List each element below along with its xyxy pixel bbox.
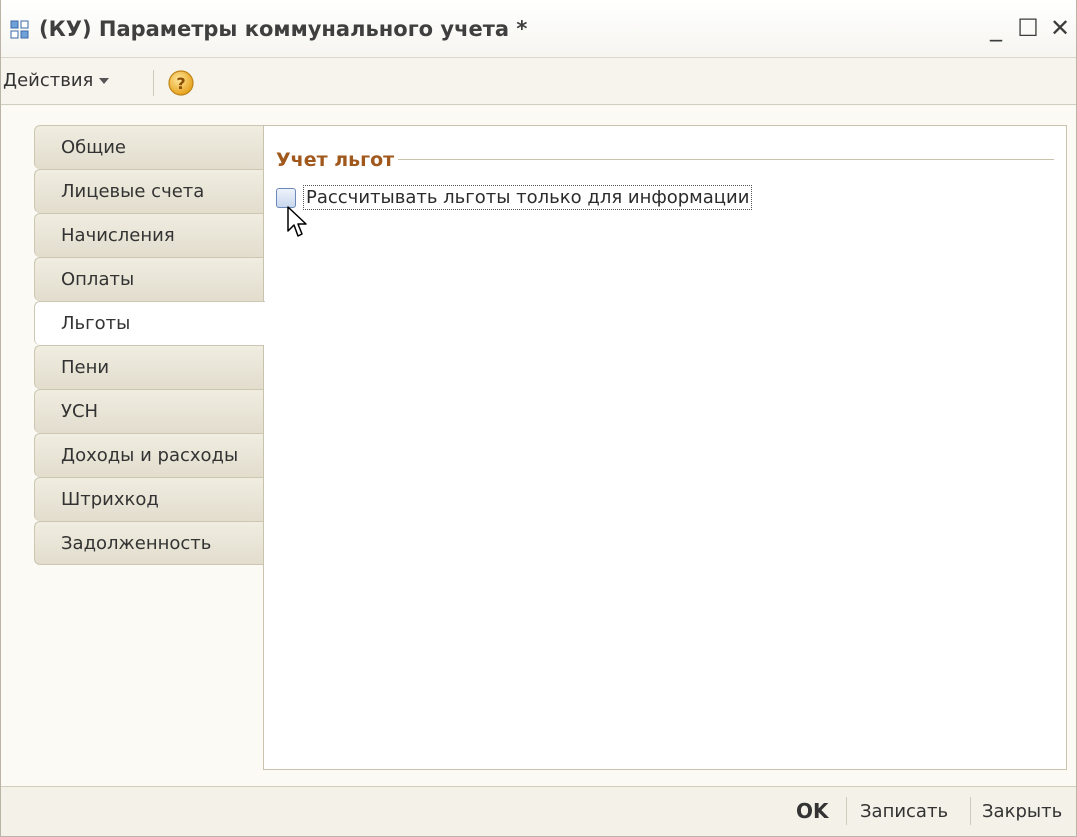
chevron-down-icon: [99, 78, 110, 84]
tab-label: Штрихкод: [61, 489, 159, 510]
tab-label: Пени: [61, 357, 110, 378]
title-bar[interactable]: (КУ) Параметры коммунального учета * _ ☐…: [1, 0, 1076, 58]
toolbar-divider: [153, 70, 154, 96]
actions-menu-button[interactable]: Действия: [3, 70, 110, 94]
minimize-button[interactable]: _: [983, 14, 1009, 42]
close-window-button[interactable]: ✕: [1047, 14, 1073, 42]
tab-content-panel: Учет льгот Рассчитывать льготы только дл…: [263, 125, 1067, 770]
question-icon: ?: [168, 70, 194, 96]
tab-general[interactable]: Общие: [34, 125, 264, 169]
tab-label: Общие: [61, 137, 126, 158]
main-area: Общие Лицевые счета Начисления Оплаты Ль…: [1, 106, 1076, 786]
tab-label: Начисления: [61, 225, 175, 246]
save-button[interactable]: Записать: [860, 801, 948, 822]
tab-label: Лицевые счета: [61, 181, 205, 202]
toolbar: Действия ?: [1, 58, 1076, 105]
tab-penalties[interactable]: Пени: [34, 345, 264, 389]
tab-label: Задолженность: [61, 533, 212, 554]
tab-list: Общие Лицевые счета Начисления Оплаты Ль…: [34, 125, 265, 565]
footer-divider: [970, 797, 971, 825]
tab-charges[interactable]: Начисления: [34, 213, 264, 257]
tab-label: Доходы и расходы: [61, 445, 239, 466]
tab-label: Оплаты: [61, 269, 135, 290]
tab-payments[interactable]: Оплаты: [34, 257, 264, 301]
checkbox-label[interactable]: Рассчитывать льготы только для информаци…: [303, 185, 753, 210]
help-button[interactable]: ?: [166, 68, 196, 98]
tab-label: Льготы: [61, 313, 131, 334]
tab-usn[interactable]: УСН: [34, 389, 264, 433]
footer-bar: OK Записать Закрыть: [1, 786, 1076, 836]
mouse-pointer-icon: [287, 206, 307, 237]
tab-benefits[interactable]: Льготы: [34, 301, 265, 345]
tab-label: УСН: [61, 401, 99, 422]
window-title: (КУ) Параметры коммунального учета *: [39, 17, 528, 41]
actions-menu-label: Действия: [3, 70, 94, 91]
tab-income-expenses[interactable]: Доходы и расходы: [34, 433, 264, 477]
footer-divider: [846, 797, 847, 825]
dialog-window: (КУ) Параметры коммунального учета * _ ☐…: [0, 0, 1077, 837]
tab-debt[interactable]: Задолженность: [34, 521, 264, 565]
tab-personal-accounts[interactable]: Лицевые счета: [34, 169, 264, 213]
form-icon: [10, 20, 30, 40]
svg-text:?: ?: [176, 74, 185, 93]
maximize-button[interactable]: ☐: [1015, 14, 1041, 42]
close-button[interactable]: Закрыть: [982, 801, 1062, 822]
group-title: Учет льгот: [276, 149, 399, 171]
ok-button[interactable]: OK: [796, 799, 829, 823]
tab-barcode[interactable]: Штрихкод: [34, 477, 264, 521]
